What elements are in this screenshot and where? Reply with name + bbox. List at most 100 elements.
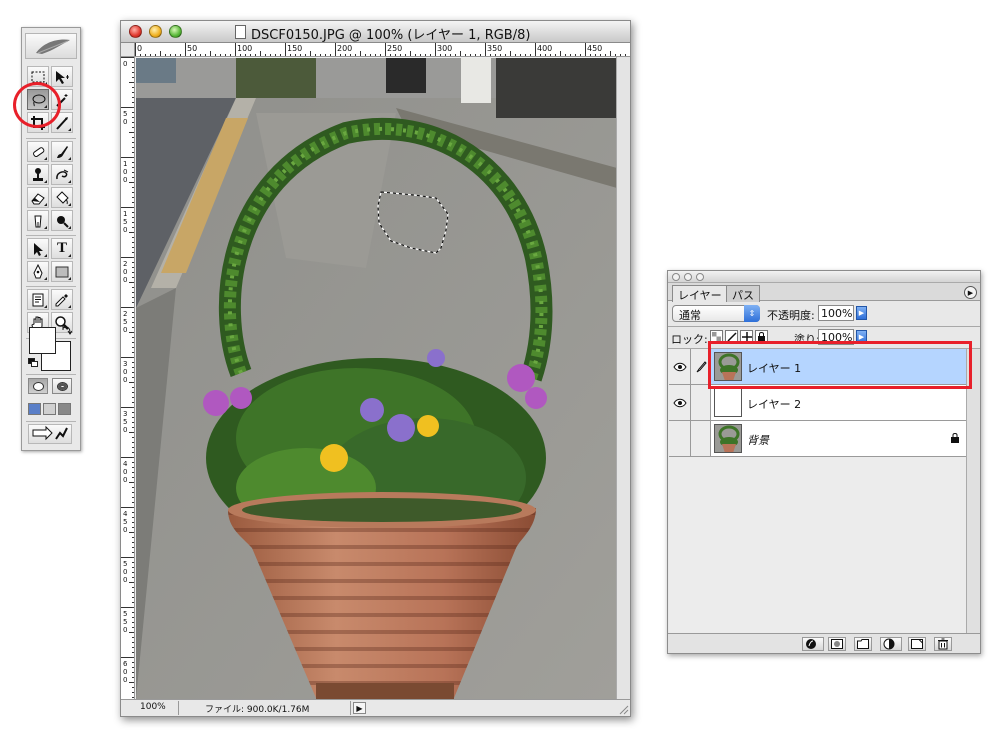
path-selection-tool-icon[interactable] — [27, 238, 49, 259]
type-tool-glyph: T — [56, 240, 67, 256]
new-group-button[interactable] — [854, 637, 872, 651]
layer-highlight-rectangle — [708, 341, 972, 389]
ruler-v-label: 5 — [123, 418, 127, 426]
ruler-v-label: 0 — [123, 226, 127, 234]
layers-palette-titlebar[interactable] — [668, 271, 980, 283]
layer-list: レイヤー 1 レイヤー 2 背景 — [669, 349, 966, 634]
ruler-v-label: 0 — [123, 368, 127, 376]
palette-minimize-button[interactable] — [684, 273, 692, 281]
quick-mask-mode-button[interactable] — [52, 378, 72, 394]
layer-link-cell[interactable] — [691, 385, 711, 420]
standard-mode-button[interactable] — [28, 378, 48, 394]
palette-menu-button[interactable]: ▶ — [964, 286, 977, 299]
ruler-v-label: 0 — [123, 60, 127, 68]
type-tool-icon[interactable]: T — [51, 238, 73, 259]
document-proxy-icon[interactable] — [235, 25, 246, 39]
ruler-h-label: 350 — [487, 44, 502, 53]
layers-palette: レイヤー パス ▶ 通常 ⇕ 不透明度: 100% ▶ ロック: 塗り: 100… — [667, 270, 981, 654]
paint-bucket-tool-icon[interactable] — [51, 187, 73, 208]
status-menu-arrow-icon[interactable]: ▶ — [353, 702, 366, 714]
opacity-label: 不透明度: — [767, 309, 815, 322]
vertical-ruler[interactable]: 050100150200250300350400450500550600 — [121, 57, 135, 700]
full-screen-mode-button[interactable] — [58, 403, 71, 415]
ruler-v-label: 3 — [123, 360, 127, 368]
ruler-v-label: 0 — [123, 676, 127, 684]
ruler-v-label: 5 — [123, 610, 127, 618]
ruler-h-label: 300 — [437, 44, 452, 53]
brush-tool-icon[interactable] — [51, 141, 73, 162]
document-titlebar[interactable]: DSCF0150.JPG @ 100% (レイヤー 1, RGB/8) — [121, 21, 630, 43]
ruler-v-label: 2 — [123, 260, 127, 268]
ruler-v-label: 0 — [123, 326, 127, 334]
ruler-v-label: 5 — [123, 518, 127, 526]
ruler-v-label: 0 — [123, 176, 127, 184]
ruler-v-label: 0 — [123, 426, 127, 434]
layers-scrollbar[interactable] — [966, 349, 980, 634]
ruler-h-label: 200 — [337, 44, 352, 53]
blend-mode-arrow-icon[interactable]: ⇕ — [744, 305, 760, 322]
resize-grip-icon[interactable] — [617, 703, 629, 715]
healing-brush-tool-icon[interactable] — [27, 141, 49, 162]
lasso-highlight-circle — [13, 82, 61, 128]
layer-thumbnail[interactable] — [714, 424, 742, 453]
move-tool-icon[interactable] — [51, 66, 73, 87]
opacity-input[interactable]: 100% — [818, 305, 854, 321]
layer-link-cell[interactable] — [691, 421, 711, 456]
zoom-level[interactable]: 100% — [124, 701, 179, 715]
zoom-button[interactable] — [169, 25, 182, 38]
foreground-color-swatch[interactable] — [29, 327, 56, 354]
full-screen-menu-mode-button[interactable] — [43, 403, 56, 415]
image-canvas[interactable] — [136, 58, 617, 699]
jump-to-imageready-button[interactable] — [28, 424, 72, 444]
layer-thumbnail[interactable] — [714, 388, 742, 417]
visibility-toggle-cell[interactable] — [669, 421, 691, 456]
eyedropper-tool-icon[interactable] — [51, 289, 73, 310]
opacity-slider-button[interactable]: ▶ — [856, 306, 867, 320]
palette-close-button[interactable] — [672, 273, 680, 281]
pen-tool-icon[interactable] — [27, 261, 49, 282]
ruler-v-label: 0 — [123, 118, 127, 126]
clone-stamp-tool-icon[interactable] — [27, 164, 49, 185]
history-brush-tool-icon[interactable] — [51, 164, 73, 185]
vertical-scrollbar[interactable] — [616, 57, 630, 700]
minimize-button[interactable] — [149, 25, 162, 38]
ruler-v-label: 6 — [123, 660, 128, 668]
ruler-v-label: 5 — [123, 618, 127, 626]
ruler-v-label: 0 — [123, 568, 127, 576]
ruler-v-label: 2 — [123, 310, 127, 318]
layer-style-button[interactable] — [802, 637, 824, 651]
notes-tool-icon[interactable] — [27, 289, 49, 310]
swap-colors-icon[interactable] — [62, 325, 73, 338]
shape-tool-icon[interactable] — [51, 261, 73, 282]
ruler-v-label: 0 — [123, 168, 127, 176]
tab-layers[interactable]: レイヤー — [672, 285, 728, 302]
standard-screen-mode-button[interactable] — [28, 403, 41, 415]
add-mask-button[interactable] — [828, 637, 846, 651]
layers-palette-footer — [668, 633, 980, 653]
blend-mode-select[interactable]: 通常 ⇕ — [672, 305, 760, 322]
close-button[interactable] — [129, 25, 142, 38]
file-size-info: ファイル: 900.0K/1.76M — [185, 701, 351, 715]
palette-tabs: レイヤー パス ▶ — [668, 283, 980, 302]
default-colors-icon[interactable] — [28, 358, 39, 368]
visibility-eye-icon[interactable] — [669, 385, 691, 420]
visibility-eye-icon[interactable] — [669, 349, 691, 384]
delete-layer-trash-icon[interactable] — [934, 637, 952, 651]
ruler-v-label: 5 — [123, 560, 127, 568]
ruler-v-label: 0 — [123, 268, 127, 276]
dodge-tool-icon[interactable] — [51, 210, 73, 231]
ruler-h-label: 100 — [237, 44, 252, 53]
layer-row[interactable]: 背景 — [669, 421, 966, 457]
palette-zoom-button[interactable] — [696, 273, 704, 281]
horizontal-ruler[interactable]: 0 50 100 150 200 250 300 350 400 450 — [135, 43, 630, 57]
blur-tool-icon[interactable] — [27, 210, 49, 231]
layer-row[interactable]: レイヤー 2 — [669, 385, 966, 421]
eraser-tool-icon[interactable] — [27, 187, 49, 208]
feather-logo-icon[interactable] — [25, 33, 77, 59]
ruler-origin[interactable] — [121, 43, 135, 57]
lock-label: ロック: — [671, 333, 708, 346]
tab-paths[interactable]: パス — [726, 285, 760, 302]
ruler-h-label: 0 — [137, 44, 142, 53]
adjustment-layer-button[interactable] — [880, 637, 902, 651]
new-layer-button[interactable] — [908, 637, 926, 651]
